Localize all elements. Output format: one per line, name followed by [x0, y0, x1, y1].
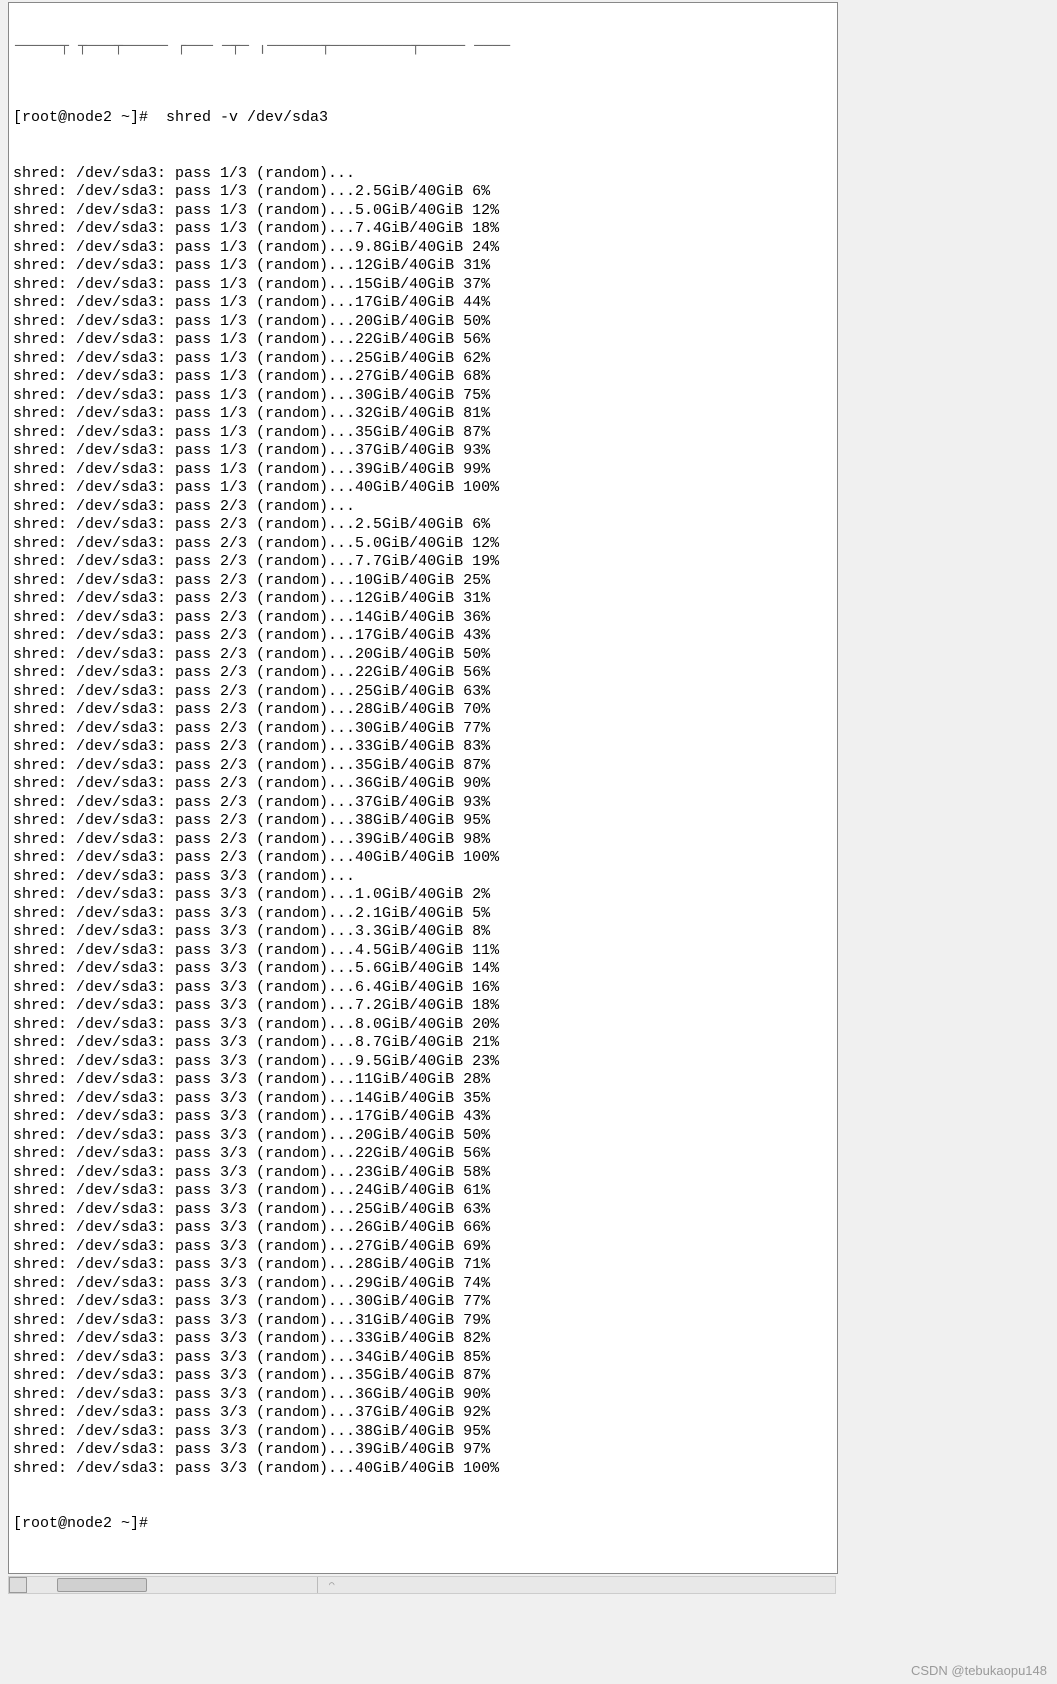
- output-line: shred: /dev/sda3: pass 3/3 (random)...29…: [13, 1275, 833, 1294]
- output-line: shred: /dev/sda3: pass 3/3 (random)...26…: [13, 1219, 833, 1238]
- output-line: shred: /dev/sda3: pass 2/3 (random)...2.…: [13, 516, 833, 535]
- output-line: shred: /dev/sda3: pass 3/3 (random)...40…: [13, 1460, 833, 1479]
- output-line: shred: /dev/sda3: pass 3/3 (random)...11…: [13, 1071, 833, 1090]
- output-line: shred: /dev/sda3: pass 1/3 (random)...5.…: [13, 202, 833, 221]
- output-line: shred: /dev/sda3: pass 1/3 (random)...9.…: [13, 239, 833, 258]
- output-line: shred: /dev/sda3: pass 3/3 (random)...1.…: [13, 886, 833, 905]
- output-line: shred: /dev/sda3: pass 2/3 (random)...37…: [13, 794, 833, 813]
- output-line: shred: /dev/sda3: pass 3/3 (random)...6.…: [13, 979, 833, 998]
- output-line: shred: /dev/sda3: pass 3/3 (random)...35…: [13, 1367, 833, 1386]
- output-line: shred: /dev/sda3: pass 3/3 (random)...7.…: [13, 997, 833, 1016]
- output-line: shred: /dev/sda3: pass 2/3 (random)...7.…: [13, 553, 833, 572]
- output-line: shred: /dev/sda3: pass 2/3 (random)...25…: [13, 683, 833, 702]
- output-line: shred: /dev/sda3: pass 1/3 (random)...12…: [13, 257, 833, 276]
- output-line: shred: /dev/sda3: pass 3/3 (random)...20…: [13, 1127, 833, 1146]
- output-line: shred: /dev/sda3: pass 3/3 (random)...37…: [13, 1404, 833, 1423]
- output-line: shred: /dev/sda3: pass 3/3 (random)...14…: [13, 1090, 833, 1109]
- output-line: shred: /dev/sda3: pass 3/3 (random)...24…: [13, 1182, 833, 1201]
- output-line: shred: /dev/sda3: pass 1/3 (random)...25…: [13, 350, 833, 369]
- output-line: shred: /dev/sda3: pass 2/3 (random)...40…: [13, 849, 833, 868]
- output-line: shred: /dev/sda3: pass 1/3 (random)...35…: [13, 424, 833, 443]
- output-line: shred: /dev/sda3: pass 2/3 (random)...35…: [13, 757, 833, 776]
- output-line: shred: /dev/sda3: pass 3/3 (random)...33…: [13, 1330, 833, 1349]
- horizontal-scrollbar[interactable]: ⌒: [8, 1576, 836, 1594]
- output-line: shred: /dev/sda3: pass 3/3 (random)...8.…: [13, 1016, 833, 1035]
- output-line: shred: /dev/sda3: pass 3/3 (random)...2.…: [13, 905, 833, 924]
- output-line: shred: /dev/sda3: pass 1/3 (random)...27…: [13, 368, 833, 387]
- output-line: shred: /dev/sda3: pass 3/3 (random)...28…: [13, 1256, 833, 1275]
- output-line: shred: /dev/sda3: pass 3/3 (random)...36…: [13, 1386, 833, 1405]
- scroll-mark: ⌒: [329, 1580, 334, 1590]
- output-line: shred: /dev/sda3: pass 3/3 (random)...22…: [13, 1145, 833, 1164]
- output-line: shred: /dev/sda3: pass 3/3 (random)...17…: [13, 1108, 833, 1127]
- output-line: shred: /dev/sda3: pass 3/3 (random)...34…: [13, 1349, 833, 1368]
- output-line: shred: /dev/sda3: pass 1/3 (random)...2.…: [13, 183, 833, 202]
- output-line: shred: /dev/sda3: pass 1/3 (random)...22…: [13, 331, 833, 350]
- output-line: shred: /dev/sda3: pass 1/3 (random)...7.…: [13, 220, 833, 239]
- output-line: shred: /dev/sda3: pass 3/3 (random)...5.…: [13, 960, 833, 979]
- output-line: shred: /dev/sda3: pass 2/3 (random)...30…: [13, 720, 833, 739]
- final-prompt[interactable]: [root@node2 ~]#: [13, 1515, 833, 1534]
- command-prompt-line: [root@node2 ~]# shred -v /dev/sda3: [13, 109, 833, 128]
- output-line: shred: /dev/sda3: pass 3/3 (random)...38…: [13, 1423, 833, 1442]
- output-line: shred: /dev/sda3: pass 2/3 (random)...10…: [13, 572, 833, 591]
- output-line: shred: /dev/sda3: pass 2/3 (random)...39…: [13, 831, 833, 850]
- output-line: shred: /dev/sda3: pass 1/3 (random)...40…: [13, 479, 833, 498]
- output-line: shred: /dev/sda3: pass 1/3 (random)...39…: [13, 461, 833, 480]
- output-line: shred: /dev/sda3: pass 1/3 (random)...17…: [13, 294, 833, 313]
- output-line: shred: /dev/sda3: pass 2/3 (random)...12…: [13, 590, 833, 609]
- output-line: shred: /dev/sda3: pass 1/3 (random)...30…: [13, 387, 833, 406]
- output-line: shred: /dev/sda3: pass 3/3 (random)...31…: [13, 1312, 833, 1331]
- output-line: shred: /dev/sda3: pass 3/3 (random)...23…: [13, 1164, 833, 1183]
- shred-output-lines: shred: /dev/sda3: pass 1/3 (random)...sh…: [13, 165, 833, 1479]
- output-line: shred: /dev/sda3: pass 2/3 (random)...17…: [13, 627, 833, 646]
- output-line: shred: /dev/sda3: pass 2/3 (random)...5.…: [13, 535, 833, 554]
- output-line: shred: /dev/sda3: pass 2/3 (random)...38…: [13, 812, 833, 831]
- output-line: shred: /dev/sda3: pass 3/3 (random)...30…: [13, 1293, 833, 1312]
- output-line: shred: /dev/sda3: pass 1/3 (random)...37…: [13, 442, 833, 461]
- output-line: shred: /dev/sda3: pass 1/3 (random)...20…: [13, 313, 833, 332]
- output-line: shred: /dev/sda3: pass 3/3 (random)...: [13, 868, 833, 887]
- output-line: shred: /dev/sda3: pass 2/3 (random)...: [13, 498, 833, 517]
- output-line: shred: /dev/sda3: pass 3/3 (random)...3.…: [13, 923, 833, 942]
- output-line: shred: /dev/sda3: pass 3/3 (random)...25…: [13, 1201, 833, 1220]
- scroll-divider: [317, 1577, 318, 1593]
- truncated-previous-line: ─────┬ ┬───┬───── ┌─── ─┬─ ╷──────┬─────…: [13, 42, 833, 72]
- output-line: shred: /dev/sda3: pass 2/3 (random)...14…: [13, 609, 833, 628]
- terminal-window: ─────┬ ┬───┬───── ┌─── ─┬─ ╷──────┬─────…: [8, 2, 838, 1574]
- output-line: shred: /dev/sda3: pass 3/3 (random)...27…: [13, 1238, 833, 1257]
- terminal-output[interactable]: ─────┬ ┬───┬───── ┌─── ─┬─ ╷──────┬─────…: [9, 3, 837, 1573]
- output-line: shred: /dev/sda3: pass 2/3 (random)...28…: [13, 701, 833, 720]
- watermark-text: CSDN @tebukaopu148: [911, 1663, 1047, 1678]
- output-line: shred: /dev/sda3: pass 2/3 (random)...20…: [13, 646, 833, 665]
- scroll-thumb[interactable]: [57, 1578, 147, 1592]
- output-line: shred: /dev/sda3: pass 1/3 (random)...32…: [13, 405, 833, 424]
- output-line: shred: /dev/sda3: pass 2/3 (random)...22…: [13, 664, 833, 683]
- output-line: shred: /dev/sda3: pass 3/3 (random)...8.…: [13, 1034, 833, 1053]
- output-line: shred: /dev/sda3: pass 1/3 (random)...15…: [13, 276, 833, 295]
- output-line: shred: /dev/sda3: pass 2/3 (random)...33…: [13, 738, 833, 757]
- scroll-left-button[interactable]: [9, 1577, 27, 1593]
- output-line: shred: /dev/sda3: pass 3/3 (random)...9.…: [13, 1053, 833, 1072]
- output-line: shred: /dev/sda3: pass 2/3 (random)...36…: [13, 775, 833, 794]
- output-line: shred: /dev/sda3: pass 3/3 (random)...39…: [13, 1441, 833, 1460]
- output-line: shred: /dev/sda3: pass 1/3 (random)...: [13, 165, 833, 184]
- output-line: shred: /dev/sda3: pass 3/3 (random)...4.…: [13, 942, 833, 961]
